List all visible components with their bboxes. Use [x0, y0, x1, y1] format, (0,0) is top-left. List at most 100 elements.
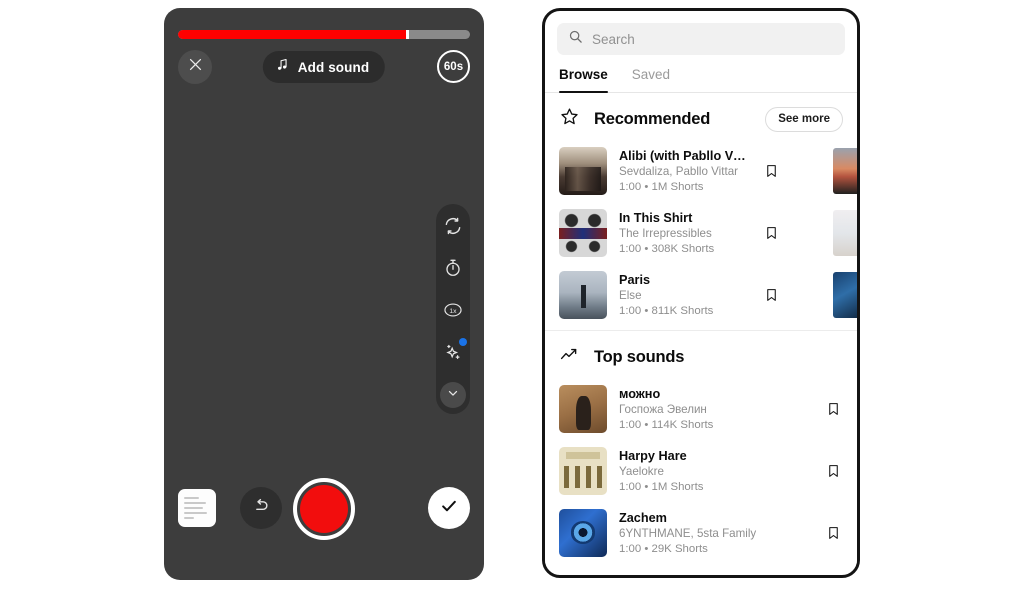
- table-row[interactable]: In This Shirt The Irrepressibles 1:00 • …: [545, 202, 857, 264]
- track-meta: In This Shirt The Irrepressibles 1:00 • …: [619, 210, 749, 257]
- flip-camera-icon: [443, 216, 463, 236]
- track-title: In This Shirt: [619, 210, 693, 225]
- bookmark-icon[interactable]: [761, 162, 781, 180]
- album-art: [559, 209, 607, 257]
- chevron-down-icon: [446, 386, 460, 405]
- star-icon: [559, 106, 580, 132]
- album-art: [559, 385, 607, 433]
- album-art: [559, 447, 607, 495]
- track-shorts-count: 114K Shorts: [651, 418, 714, 431]
- album-art: [559, 509, 607, 557]
- camera-top-controls: Add sound 60s: [164, 50, 484, 86]
- music-note-icon: [275, 57, 290, 77]
- stats-separator: •: [644, 180, 649, 193]
- add-sound-button[interactable]: Add sound: [262, 51, 386, 83]
- add-sound-label: Add sound: [297, 59, 370, 75]
- track-stats: 1:00 • 29K Shorts: [619, 542, 811, 557]
- track-shorts-count: 308K Shorts: [651, 242, 715, 255]
- album-art: [559, 147, 607, 195]
- undo-button[interactable]: [240, 487, 282, 529]
- recommended-track-list: Alibi (with Pabllo Vittar & Yseult) Sevd…: [545, 140, 857, 326]
- track-shorts-count: 811K Shorts: [651, 304, 714, 317]
- track-title: Harpy Hare: [619, 448, 687, 463]
- video-preview-thumbnail[interactable]: [833, 210, 857, 256]
- bookmark-icon[interactable]: [823, 400, 843, 418]
- table-row[interactable]: Paris Else 1:00 • 811K Shorts: [545, 264, 857, 326]
- track-meta: Alibi (with Pabllo Vittar & Yseult) Sevd…: [619, 148, 749, 195]
- camera-side-toolbar: 1x: [436, 204, 470, 414]
- checkmark-icon: [439, 496, 459, 521]
- collapse-toolbar-button[interactable]: [440, 382, 466, 408]
- flip-camera-button[interactable]: [439, 212, 467, 240]
- track-stats: 1:00 • 308K Shorts: [619, 242, 749, 257]
- recording-progress-bar[interactable]: [178, 30, 470, 39]
- bookmark-icon[interactable]: [761, 286, 781, 304]
- section-header-top-sounds: Top sounds: [545, 331, 857, 378]
- track-duration: 1:00: [619, 180, 642, 193]
- track-stats: 1:00 • 811K Shorts: [619, 304, 749, 319]
- track-title: Paris: [619, 272, 651, 287]
- section-title-top-sounds: Top sounds: [594, 347, 685, 366]
- duration-badge[interactable]: 60s: [437, 50, 470, 83]
- track-duration: 1:00: [619, 304, 642, 317]
- video-preview-thumbnail[interactable]: [833, 272, 857, 318]
- record-button[interactable]: [293, 478, 355, 540]
- stats-separator: •: [644, 480, 649, 493]
- progress-tick: [405, 30, 409, 39]
- timer-icon: [443, 258, 463, 278]
- tab-saved-label: Saved: [631, 67, 671, 82]
- camera-recording-panel: Add sound 60s 1x: [164, 8, 484, 580]
- table-row[interactable]: Alibi (with Pabllo Vittar & Yseult) Sevd…: [545, 140, 857, 202]
- record-inner-circle: [300, 485, 348, 533]
- bookmark-icon[interactable]: [761, 224, 781, 242]
- timer-button[interactable]: [439, 254, 467, 282]
- track-artist: Yaelokre: [619, 464, 664, 478]
- video-preview-thumbnail[interactable]: [833, 148, 857, 194]
- stats-separator: •: [644, 242, 649, 255]
- track-stats: 1:00 • 114K Shorts: [619, 418, 811, 433]
- track-artist: The Irrepressibles: [619, 226, 712, 240]
- track-meta: Harpy Hare Yaelokre 1:00 • 1M Shorts: [619, 448, 811, 495]
- sound-tabs: Browse Saved: [545, 67, 857, 93]
- tab-saved[interactable]: Saved: [632, 67, 670, 92]
- table-row[interactable]: Harpy Hare Yaelokre 1:00 • 1M Shorts: [545, 440, 857, 502]
- effects-new-badge: [459, 338, 467, 346]
- track-meta: Paris Else 1:00 • 811K Shorts: [619, 272, 749, 319]
- track-title: Zachem: [619, 510, 667, 525]
- track-shorts-count: 29K Shorts: [651, 542, 708, 555]
- track-title: Alibi (with Pabllo Vittar & Yseult): [619, 148, 749, 163]
- screenshot-stage: Add sound 60s 1x Search Browse Saved Rec…: [0, 0, 1024, 593]
- section-header-recommended: Recommended See more: [545, 93, 857, 140]
- speed-1x-icon: 1x: [442, 299, 464, 321]
- track-duration: 1:00: [619, 418, 642, 431]
- see-more-button[interactable]: See more: [765, 106, 843, 132]
- confirm-button[interactable]: [428, 487, 470, 529]
- table-row[interactable]: Zachem 6YNTHMANE, 5sta Family 1:00 • 29K…: [545, 502, 857, 564]
- effects-button[interactable]: [439, 338, 467, 366]
- track-meta: можно Госпожа Эвелин 1:00 • 114K Shorts: [619, 386, 811, 433]
- table-row[interactable]: можно Госпожа Эвелин 1:00 • 114K Shorts: [545, 378, 857, 440]
- track-shorts-count: 1M Shorts: [651, 480, 704, 493]
- progress-fill: [178, 30, 406, 39]
- search-placeholder: Search: [592, 31, 635, 47]
- camera-bottom-controls: [164, 478, 484, 540]
- bookmark-icon[interactable]: [823, 524, 843, 542]
- track-artist: Else: [619, 288, 642, 302]
- bookmark-icon[interactable]: [823, 462, 843, 480]
- track-artist: Sevdaliza, Pabllo Vittar: [619, 164, 739, 178]
- track-duration: 1:00: [619, 242, 642, 255]
- trending-up-icon: [559, 344, 580, 370]
- close-button[interactable]: [178, 50, 212, 84]
- tab-browse[interactable]: Browse: [559, 67, 608, 93]
- track-artist: Госпожа Эвелин: [619, 402, 707, 416]
- stats-separator: •: [644, 304, 649, 317]
- gallery-thumbnail-icon[interactable]: [178, 489, 216, 527]
- track-title: можно: [619, 386, 661, 401]
- speed-button[interactable]: 1x: [439, 296, 467, 324]
- undo-icon: [251, 496, 271, 521]
- track-duration: 1:00: [619, 480, 642, 493]
- svg-text:1x: 1x: [449, 308, 457, 315]
- search-input[interactable]: Search: [557, 23, 845, 55]
- track-duration: 1:00: [619, 542, 642, 555]
- album-art: [559, 271, 607, 319]
